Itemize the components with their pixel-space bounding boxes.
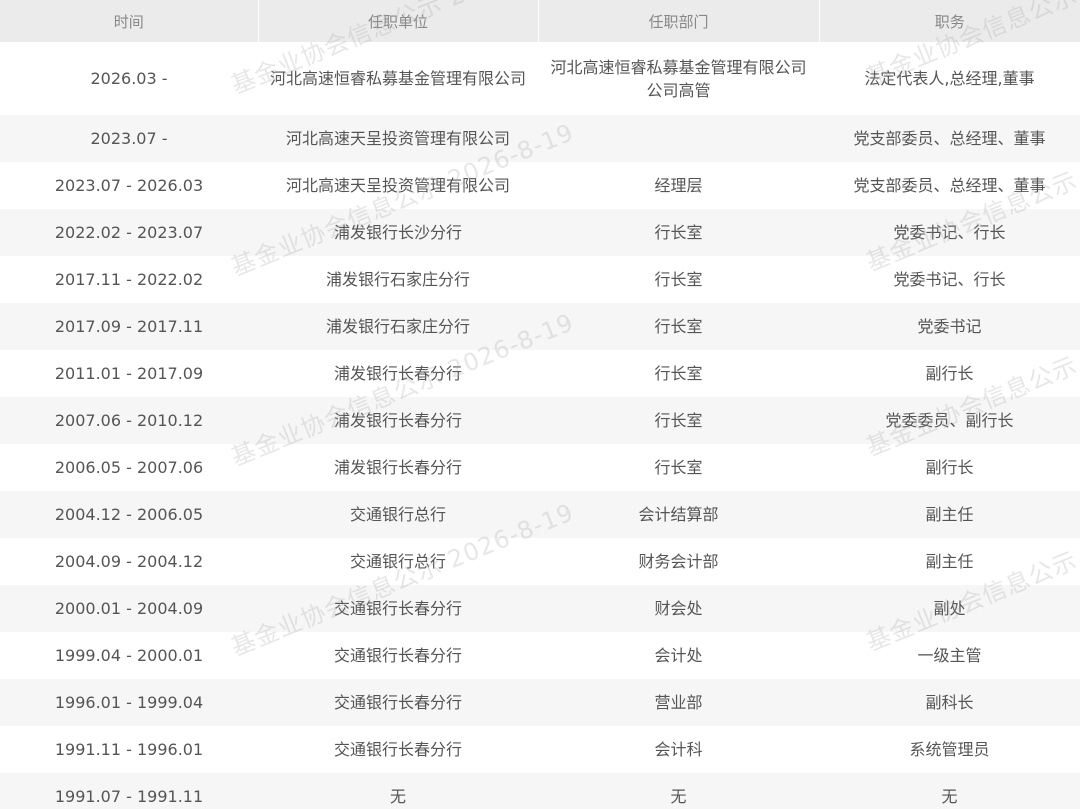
table-header: 时间 任职单位 任职部门 职务 bbox=[0, 0, 1080, 42]
row-time: 1991.11 - 1996.01 bbox=[0, 726, 258, 773]
row-time: 2004.12 - 2006.05 bbox=[0, 491, 258, 538]
row-department: 无 bbox=[538, 773, 819, 809]
row-employer: 交通银行总行 bbox=[258, 491, 538, 538]
resume-page: 时间 任职单位 任职部门 职务 2026.03 - 河北高速恒睿私募基金管理有限公… bbox=[0, 0, 1080, 809]
table-row: 2017.11 - 2022.02 浦发银行石家庄分行 行长室 党委书记、行长 bbox=[0, 256, 1080, 303]
header-row: 时间 任职单位 任职部门 职务 bbox=[0, 0, 1080, 42]
row-department: 财会处 bbox=[538, 585, 819, 632]
row-employer: 交通银行长春分行 bbox=[258, 679, 538, 726]
row-department: 行长室 bbox=[538, 350, 819, 397]
row-employer: 河北高速天呈投资管理有限公司 bbox=[258, 115, 538, 162]
row-department: 行长室 bbox=[538, 397, 819, 444]
row-employer: 河北高速天呈投资管理有限公司 bbox=[258, 162, 538, 209]
row-employer: 浦发银行石家庄分行 bbox=[258, 303, 538, 350]
table-row: 2026.03 - 河北高速恒睿私募基金管理有限公司 河北高速恒睿私募基金管理有限公… bbox=[0, 42, 1080, 115]
header-time: 时间 bbox=[0, 0, 258, 42]
row-employer: 无 bbox=[258, 773, 538, 809]
row-position: 系统管理员 bbox=[819, 726, 1080, 773]
row-time: 2026.03 - bbox=[0, 42, 258, 115]
table-row: 2004.09 - 2004.12 交通银行总行 财务会计部 副主任 bbox=[0, 538, 1080, 585]
row-department bbox=[538, 115, 819, 162]
row-employer: 浦发银行长春分行 bbox=[258, 350, 538, 397]
row-employer: 浦发银行长春分行 bbox=[258, 397, 538, 444]
row-time: 2011.01 - 2017.09 bbox=[0, 350, 258, 397]
table-row: 1991.11 - 1996.01 交通银行长春分行 会计科 系统管理员 bbox=[0, 726, 1080, 773]
row-time: 2023.07 - bbox=[0, 115, 258, 162]
row-department: 会计科 bbox=[538, 726, 819, 773]
row-position: 法定代表人,总经理,董事 bbox=[819, 42, 1080, 115]
row-position: 副处 bbox=[819, 585, 1080, 632]
table-row: 2023.07 - 2026.03 河北高速天呈投资管理有限公司 经理层 党支部委员、… bbox=[0, 162, 1080, 209]
table-row: 2022.02 - 2023.07 浦发银行长沙分行 行长室 党委书记、行长 bbox=[0, 209, 1080, 256]
row-position: 党委书记 bbox=[819, 303, 1080, 350]
table-row: 2007.06 - 2010.12 浦发银行长春分行 行长室 党委委员、副行长 bbox=[0, 397, 1080, 444]
row-employer: 浦发银行石家庄分行 bbox=[258, 256, 538, 303]
row-department: 营业部 bbox=[538, 679, 819, 726]
row-time: 2004.09 - 2004.12 bbox=[0, 538, 258, 585]
row-time: 2022.02 - 2023.07 bbox=[0, 209, 258, 256]
table-row: 1999.04 - 2000.01 交通银行长春分行 会计处 一级主管 bbox=[0, 632, 1080, 679]
row-position: 副主任 bbox=[819, 538, 1080, 585]
row-time: 2017.11 - 2022.02 bbox=[0, 256, 258, 303]
header-department: 任职部门 bbox=[537, 0, 819, 42]
row-department: 财务会计部 bbox=[538, 538, 819, 585]
row-time: 1996.01 - 1999.04 bbox=[0, 679, 258, 726]
table-row: 2017.09 - 2017.11 浦发银行石家庄分行 行长室 党委书记 bbox=[0, 303, 1080, 350]
table-body: 2026.03 - 河北高速恒睿私募基金管理有限公司 河北高速恒睿私募基金管理有限公… bbox=[0, 42, 1080, 809]
row-employer: 交通银行总行 bbox=[258, 538, 538, 585]
row-employer: 交通银行长春分行 bbox=[258, 632, 538, 679]
row-position: 党支部委员、总经理、董事 bbox=[819, 115, 1080, 162]
row-time: 2006.05 - 2007.06 bbox=[0, 444, 258, 491]
row-position: 党委书记、行长 bbox=[819, 256, 1080, 303]
table-row: 2000.01 - 2004.09 交通银行长春分行 财会处 副处 bbox=[0, 585, 1080, 632]
table-row: 2006.05 - 2007.06 浦发银行长春分行 行长室 副行长 bbox=[0, 444, 1080, 491]
row-time: 2007.06 - 2010.12 bbox=[0, 397, 258, 444]
row-employer: 河北高速恒睿私募基金管理有限公司 bbox=[258, 42, 538, 115]
row-position: 一级主管 bbox=[819, 632, 1080, 679]
row-position: 副科长 bbox=[819, 679, 1080, 726]
row-employer: 浦发银行长春分行 bbox=[258, 444, 538, 491]
row-position: 副主任 bbox=[819, 491, 1080, 538]
table-row: 1996.01 - 1999.04 交通银行长春分行 营业部 副科长 bbox=[0, 679, 1080, 726]
row-department: 会计处 bbox=[538, 632, 819, 679]
header-position: 职务 bbox=[818, 0, 1080, 42]
row-department: 行长室 bbox=[538, 444, 819, 491]
row-department: 河北高速恒睿私募基金管理有限公司公司高管 bbox=[538, 42, 819, 115]
row-time: 2000.01 - 2004.09 bbox=[0, 585, 258, 632]
table-row: 2023.07 - 河北高速天呈投资管理有限公司 党支部委员、总经理、董事 bbox=[0, 115, 1080, 162]
table-row: 1991.07 - 1991.11 无无无 bbox=[0, 773, 1080, 809]
row-employer: 浦发银行长沙分行 bbox=[258, 209, 538, 256]
header-employer: 任职单位 bbox=[257, 0, 538, 42]
row-position: 党支部委员、总经理、董事 bbox=[819, 162, 1080, 209]
row-time: 2017.09 - 2017.11 bbox=[0, 303, 258, 350]
row-employer: 交通银行长春分行 bbox=[258, 585, 538, 632]
row-time: 2023.07 - 2026.03 bbox=[0, 162, 258, 209]
row-position: 党委委员、副行长 bbox=[819, 397, 1080, 444]
row-position: 党委书记、行长 bbox=[819, 209, 1080, 256]
row-position: 副行长 bbox=[819, 444, 1080, 491]
table-row: 2004.12 - 2006.05 交通银行总行 会计结算部 副主任 bbox=[0, 491, 1080, 538]
row-time: 1991.07 - 1991.11 bbox=[0, 773, 258, 809]
row-department: 行长室 bbox=[538, 303, 819, 350]
row-department: 经理层 bbox=[538, 162, 819, 209]
row-time: 1999.04 - 2000.01 bbox=[0, 632, 258, 679]
row-department: 行长室 bbox=[538, 256, 819, 303]
employment-history-table: 时间 任职单位 任职部门 职务 2026.03 - 河北高速恒睿私募基金管理有限公… bbox=[0, 0, 1080, 809]
row-department: 会计结算部 bbox=[538, 491, 819, 538]
table-row: 2011.01 - 2017.09 浦发银行长春分行 行长室 副行长 bbox=[0, 350, 1080, 397]
row-position: 无 bbox=[819, 773, 1080, 809]
row-employer: 交通银行长春分行 bbox=[258, 726, 538, 773]
row-position: 副行长 bbox=[819, 350, 1080, 397]
row-department: 行长室 bbox=[538, 209, 819, 256]
